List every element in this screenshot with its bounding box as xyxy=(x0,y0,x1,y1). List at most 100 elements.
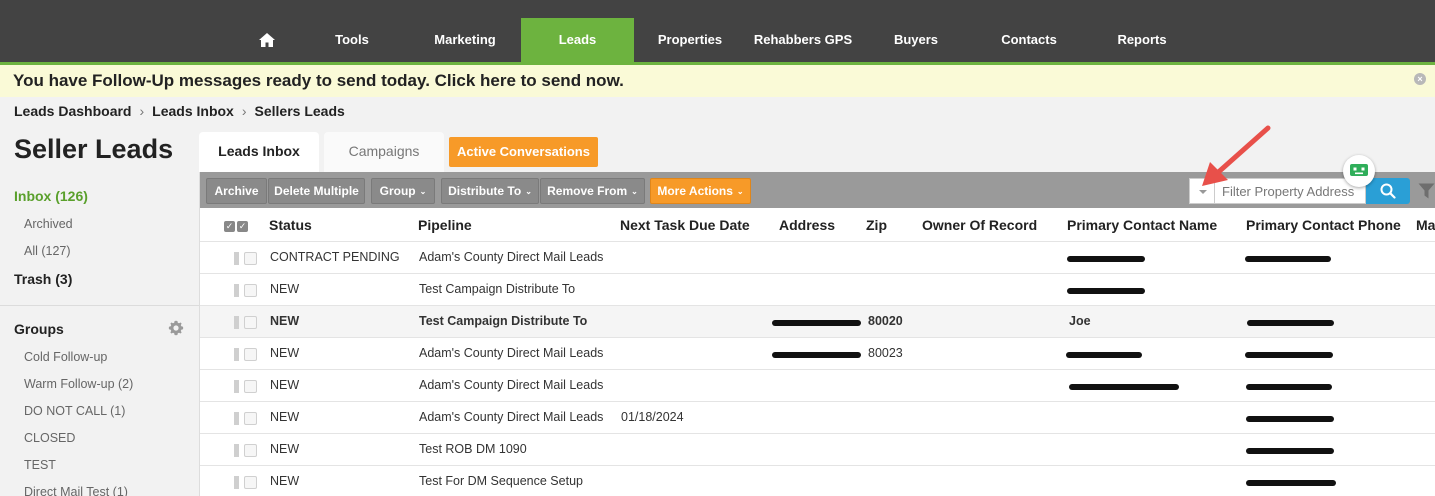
status-cell: NEW xyxy=(270,474,300,488)
column-header-status[interactable]: Status xyxy=(269,217,312,233)
status-cell: NEW xyxy=(270,282,300,296)
remove-from-dropdown-button[interactable]: Remove From ⌄ xyxy=(540,178,645,204)
nav-contacts[interactable]: Contacts xyxy=(994,18,1064,62)
sidebar-item-inbox[interactable]: Inbox (126) xyxy=(14,188,88,204)
breadcrumb: Leads Dashboard › Leads Inbox › Sellers Lead… xyxy=(14,103,345,119)
row-checkbox[interactable] xyxy=(244,412,257,425)
breadcrumb-leads-inbox[interactable]: Leads Inbox xyxy=(152,103,234,119)
follow-up-banner-link[interactable]: You have Follow-Up messages ready to sen… xyxy=(13,71,624,91)
home-icon[interactable] xyxy=(258,32,276,48)
row-checkbox[interactable] xyxy=(244,348,257,361)
drag-handle-icon[interactable] xyxy=(234,252,239,265)
row-checkbox[interactable] xyxy=(244,380,257,393)
banner-close-icon[interactable]: × xyxy=(1414,73,1426,85)
sidebar-group-item[interactable]: DO NOT CALL (1) xyxy=(24,404,125,418)
row-checkbox[interactable] xyxy=(244,284,257,297)
sidebar-item-archived[interactable]: Archived xyxy=(24,217,73,231)
tab-campaigns[interactable]: Campaigns xyxy=(324,132,444,172)
pipeline-cell[interactable]: Test ROB DM 1090 xyxy=(419,442,527,456)
redacted-contact-name xyxy=(1069,384,1179,390)
delete-multiple-button[interactable]: Delete Multiple xyxy=(268,178,365,204)
column-header-address[interactable]: Address xyxy=(779,217,835,233)
redacted-contact-phone xyxy=(1246,384,1332,390)
pipeline-cell[interactable]: Adam's County Direct Mail Leads xyxy=(419,346,603,360)
table-row[interactable]: NEW Adam's County Direct Mail Leads xyxy=(200,369,1435,401)
nav-properties[interactable]: Properties xyxy=(650,18,730,62)
pipeline-cell[interactable]: Adam's County Direct Mail Leads xyxy=(419,250,603,264)
distribute-to-button-label: Distribute To xyxy=(448,184,522,198)
row-checkbox[interactable] xyxy=(244,444,257,457)
sidebar-group-item[interactable]: Direct Mail Test (1) xyxy=(24,485,128,496)
group-dropdown-button[interactable]: Group ⌄ xyxy=(371,178,435,204)
drag-handle-icon[interactable] xyxy=(234,380,239,393)
table-row[interactable]: NEW Test Campaign Distribute To 80020 Jo… xyxy=(200,305,1435,337)
status-cell: NEW xyxy=(270,314,300,328)
column-header-more[interactable]: Ma xyxy=(1416,217,1435,233)
column-header-next-task-due-date[interactable]: Next Task Due Date xyxy=(620,217,750,233)
sidebar-groups-title: Groups xyxy=(14,321,64,337)
column-header-owner-of-record[interactable]: Owner Of Record xyxy=(922,217,1037,233)
search-icon xyxy=(1380,183,1396,199)
funnel-filter-icon[interactable] xyxy=(1418,183,1435,199)
nav-reports[interactable]: Reports xyxy=(1108,18,1176,62)
row-checkbox[interactable] xyxy=(244,476,257,489)
nav-buyers[interactable]: Buyers xyxy=(884,18,948,62)
row-checkbox[interactable] xyxy=(244,252,257,265)
pipeline-cell[interactable]: Adam's County Direct Mail Leads xyxy=(419,410,603,424)
breadcrumb-leads-dashboard[interactable]: Leads Dashboard xyxy=(14,103,131,119)
sidebar-group-item[interactable]: Warm Follow-up (2) xyxy=(24,377,133,391)
redacted-address xyxy=(772,352,861,358)
active-conversations-button[interactable]: Active Conversations xyxy=(449,137,598,167)
pipeline-cell[interactable]: Test For DM Sequence Setup xyxy=(419,474,583,488)
gear-icon[interactable] xyxy=(168,320,184,336)
nav-rehabbers-gps[interactable]: Rehabbers GPS xyxy=(748,18,858,62)
column-header-primary-contact-phone[interactable]: Primary Contact Phone xyxy=(1246,217,1401,233)
drag-handle-icon[interactable] xyxy=(234,348,239,361)
status-cell: CONTRACT PENDING xyxy=(270,250,400,264)
remove-from-button-label: Remove From xyxy=(547,184,628,198)
chat-widget-icon[interactable] xyxy=(1343,155,1375,187)
select-all-checkbox[interactable]: ✓ xyxy=(237,221,248,232)
breadcrumb-separator: › xyxy=(241,103,247,119)
nav-marketing[interactable]: Marketing xyxy=(422,18,508,62)
archive-button-label: Archive xyxy=(214,184,259,198)
leads-table: ✓ ✓ Status Pipeline Next Task Due Date A… xyxy=(200,208,1435,496)
more-actions-button-label: More Actions xyxy=(657,184,733,198)
row-checkbox[interactable] xyxy=(244,316,257,329)
column-header-primary-contact-name[interactable]: Primary Contact Name xyxy=(1067,217,1217,233)
breadcrumb-separator: › xyxy=(139,103,145,119)
sidebar-item-all[interactable]: All (127) xyxy=(24,244,71,258)
nav-leads[interactable]: Leads xyxy=(521,18,634,62)
pipeline-cell[interactable]: Test Campaign Distribute To xyxy=(419,314,587,328)
drag-handle-icon[interactable] xyxy=(234,316,239,329)
pipeline-cell[interactable]: Test Campaign Distribute To xyxy=(419,282,575,296)
drag-handle-icon[interactable] xyxy=(234,476,239,489)
table-row[interactable]: NEW Test For DM Sequence Setup xyxy=(200,465,1435,496)
select-all-checkbox[interactable]: ✓ xyxy=(224,221,235,232)
drag-handle-icon[interactable] xyxy=(234,412,239,425)
breadcrumb-sellers-leads: Sellers Leads xyxy=(254,103,345,119)
archive-button[interactable]: Archive xyxy=(206,178,267,204)
table-row[interactable]: NEW Adam's County Direct Mail Leads 01/1… xyxy=(200,401,1435,433)
sidebar-item-trash[interactable]: Trash (3) xyxy=(14,271,72,287)
redacted-contact-phone xyxy=(1246,448,1334,454)
tab-leads-inbox[interactable]: Leads Inbox xyxy=(199,132,319,172)
column-header-zip[interactable]: Zip xyxy=(866,217,887,233)
table-row[interactable]: NEW Adam's County Direct Mail Leads 8002… xyxy=(200,337,1435,369)
drag-handle-icon[interactable] xyxy=(234,284,239,297)
sidebar-group-item[interactable]: TEST xyxy=(24,458,56,472)
search-button[interactable] xyxy=(1366,178,1410,204)
drag-handle-icon[interactable] xyxy=(234,444,239,457)
next-task-cell: 01/18/2024 xyxy=(621,410,684,424)
table-row[interactable]: NEW Test ROB DM 1090 xyxy=(200,433,1435,465)
table-row[interactable]: CONTRACT PENDING Adam's County Direct Ma… xyxy=(200,241,1435,273)
sidebar-group-item[interactable]: CLOSED xyxy=(24,431,75,445)
table-row[interactable]: NEW Test Campaign Distribute To xyxy=(200,273,1435,305)
column-header-pipeline[interactable]: Pipeline xyxy=(418,217,472,233)
sidebar-group-item[interactable]: Cold Follow-up xyxy=(24,350,107,364)
status-cell: NEW xyxy=(270,410,300,424)
distribute-to-dropdown-button[interactable]: Distribute To ⌄ xyxy=(441,178,539,204)
nav-tools[interactable]: Tools xyxy=(316,18,388,62)
more-actions-dropdown-button[interactable]: More Actions ⌄ xyxy=(650,178,751,204)
pipeline-cell[interactable]: Adam's County Direct Mail Leads xyxy=(419,378,603,392)
